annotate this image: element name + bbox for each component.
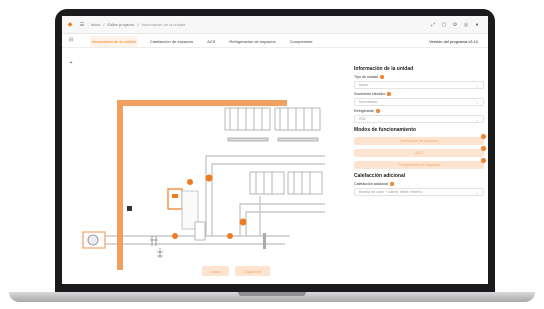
unit-info-panel: Información de la unidad Tipo de unidad … (354, 66, 486, 278)
emitter-group-lower[interactable] (249, 171, 323, 195)
power-supply-label: Suministro eléctrico i (354, 92, 484, 96)
indoor-unit-display (172, 194, 178, 198)
unit-type-label: Tipo de unidad i (354, 75, 484, 79)
info-icon[interactable]: i (387, 92, 392, 96)
fan-icon (87, 234, 99, 246)
pin-icon[interactable]: ⌖ (68, 60, 74, 66)
mode-heating-button[interactable]: Calefacción de espacios ✓ (354, 134, 486, 145)
unit-type-select[interactable]: Mono ⌄ (354, 81, 484, 89)
chevron-down-icon: ⌄ (475, 99, 479, 105)
pipe-network (123, 155, 325, 245)
refrigerant-label: Refrigerante i (354, 109, 484, 113)
tab-bar: Información de la unidad Calefacción de … (62, 34, 488, 48)
tab-dhw[interactable]: ACS (205, 36, 217, 47)
tab-component[interactable]: Componente (288, 36, 315, 47)
laptop-mockup: ◆ ☰ Inicio / Editar proyecto / Informaci… (0, 0, 544, 309)
unit-info-title: Información de la unidad (354, 66, 414, 72)
tab-unit-info[interactable]: Información de la unidad (90, 35, 138, 47)
power-supply-label-text: Suministro eléctrico (354, 92, 386, 96)
chevron-down-icon: ⌄ (475, 116, 479, 122)
top-right-icons: ⤢ ▢ ⚙ ◎ ● (430, 22, 480, 28)
next-button[interactable]: Siguiente (235, 266, 271, 276)
aux-heating-value: Bomba de calor + calent. eléctr. externo (359, 190, 423, 194)
sidebar-toggle-icon[interactable]: ⊟ (68, 37, 74, 43)
aux-heating-label: Calefacción adicional i (354, 182, 484, 186)
indoor-unit[interactable] (167, 188, 183, 210)
chevron-down-icon: ⌄ (475, 189, 479, 195)
aux-heating-title: Calefacción adicional (354, 173, 406, 179)
aux-heating-label-text: Calefacción adicional (354, 182, 388, 186)
mode-cooling-button[interactable]: Refrigeración de espacios ✓ (354, 158, 486, 169)
brick-ceiling (117, 100, 287, 106)
top-app-bar: ◆ ☰ Inicio / Editar proyecto / Informaci… (62, 16, 488, 34)
valve-symbols (150, 236, 163, 258)
sensor-icon[interactable] (187, 179, 193, 185)
breadcrumb: Inicio / Editar proyecto / Información d… (91, 22, 185, 27)
aux-heating-select[interactable]: Bomba de calor + calent. eléctr. externo… (354, 188, 484, 196)
info-icon[interactable]: i (389, 182, 394, 186)
tab-space-heating[interactable]: Calefacción de espacios (148, 36, 195, 47)
breadcrumb-separator: / (103, 22, 105, 27)
gear-icon[interactable]: ⚙ (452, 22, 458, 28)
info-icon[interactable]: i (375, 109, 380, 113)
chevron-down-icon: ⌄ (475, 82, 479, 88)
program-version: Versión del programa v3.10 (429, 39, 478, 44)
expand-icon[interactable]: ⤢ (430, 22, 436, 28)
modes-title: Modos de funcionamiento (354, 127, 416, 133)
refrigerant-select[interactable]: R32 ⌄ (354, 115, 484, 123)
user-icon[interactable]: ● (474, 22, 480, 28)
tabs: Información de la unidad Calefacción de … (90, 34, 315, 48)
unit-type-label-text: Tipo de unidad (354, 75, 378, 79)
refrigerant-label-text: Refrigerante (354, 109, 374, 113)
buffer-tank[interactable] (194, 221, 206, 241)
breadcrumb-project[interactable]: Editar proyecto (107, 22, 134, 27)
mode-heating-label: Calefacción de espacios (399, 139, 439, 143)
valve-icon[interactable] (227, 233, 233, 239)
back-button[interactable]: Atrás (202, 266, 230, 276)
valve-icon[interactable] (172, 233, 178, 239)
pump-icon[interactable] (205, 174, 213, 182)
brick-wall (117, 100, 123, 270)
app-window: ◆ ☰ Inicio / Editar proyecto / Informaci… (62, 16, 488, 284)
power-supply-value: Monofásico (359, 100, 378, 104)
laptop-notch (238, 292, 306, 296)
refrigerant-value: R32 (359, 117, 366, 121)
emitter-group-upper[interactable] (224, 107, 321, 142)
help-icon[interactable]: ◎ (463, 22, 469, 28)
window-icon[interactable]: ▢ (441, 22, 447, 28)
tab-space-cooling[interactable]: Refrigeración de espacios (227, 36, 277, 47)
mode-dhw-button[interactable]: ACS ✓ (354, 146, 486, 157)
check-icon: ✓ (481, 134, 486, 139)
mode-cooling-label: Refrigeración de espacios (398, 163, 440, 167)
menu-icon[interactable]: ☰ (79, 22, 85, 28)
thermostat-icon[interactable] (127, 206, 132, 211)
breadcrumb-home[interactable]: Inicio (91, 22, 100, 27)
brand-logo-icon[interactable]: ◆ (67, 22, 73, 28)
power-supply-select[interactable]: Monofásico ⌄ (354, 98, 484, 106)
info-icon[interactable]: i (379, 75, 384, 79)
breadcrumb-separator: / (137, 22, 139, 27)
check-icon: ✓ (481, 146, 486, 151)
mode-dhw-label: ACS (415, 151, 423, 155)
unit-type-value: Mono (359, 83, 368, 87)
check-icon: ✓ (481, 158, 486, 163)
wizard-actions: Atrás Siguiente (202, 266, 271, 276)
hydraulic-diagram (82, 100, 325, 270)
breadcrumb-current: Información de la unidad (141, 22, 186, 27)
pump-icon[interactable] (239, 218, 247, 226)
expansion-vessel (263, 233, 266, 249)
